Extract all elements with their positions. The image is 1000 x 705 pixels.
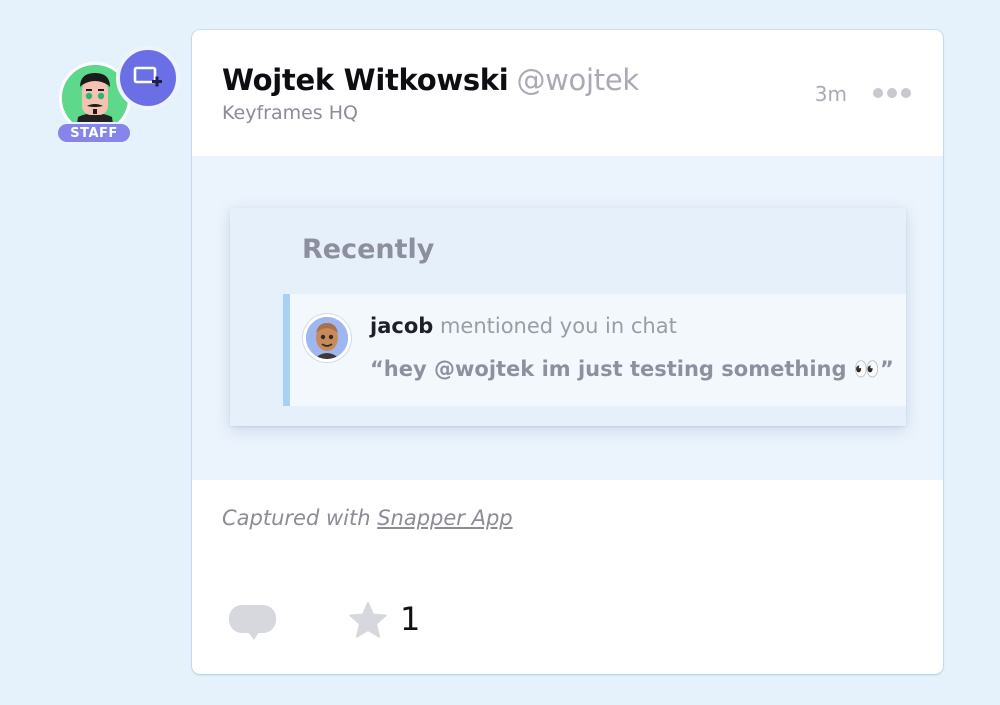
ellipsis-dot — [887, 88, 897, 98]
mention-quote: “hey @wojtek im just testing something 👀… — [370, 357, 894, 381]
ellipsis-dot — [873, 88, 883, 98]
snapper-app-link[interactable]: Snapper App — [377, 506, 512, 530]
mention-action: mentioned you in chat — [433, 314, 677, 338]
post-media[interactable]: Recently jacob mentioned you in chat “he… — [192, 156, 943, 480]
recently-heading: Recently — [302, 234, 435, 265]
feed-stage: STAFF Wojtek Witkowski @wojtek Keyframes … — [0, 0, 1000, 705]
post-card: Wojtek Witkowski @wojtek Keyframes HQ 3m … — [192, 30, 943, 674]
author-organization[interactable]: Keyframes HQ — [222, 102, 358, 124]
staff-badge: STAFF — [56, 122, 132, 144]
author-name-line: Wojtek Witkowski @wojtek — [222, 63, 639, 97]
post-actions: 1 — [228, 598, 528, 642]
comment-bubble-shape — [229, 605, 276, 640]
screen-capture-plus-icon — [133, 66, 162, 87]
comment-bubble-icon[interactable] — [228, 604, 278, 642]
notification-text: jacob mentioned you in chat — [370, 314, 677, 338]
ellipsis-dot — [901, 88, 911, 98]
post-header: Wojtek Witkowski @wojtek Keyframes HQ 3m — [192, 30, 943, 156]
author-handle[interactable]: @wojtek — [516, 63, 639, 97]
mention-user: jacob — [370, 314, 434, 338]
caption-prefix: Captured with — [222, 506, 378, 530]
ellipsis-icon[interactable] — [873, 86, 911, 100]
star-icon[interactable] — [348, 600, 388, 640]
post-caption: Captured with Snapper App — [222, 506, 513, 530]
star-count: 1 — [400, 600, 421, 638]
star-shape — [349, 602, 387, 638]
author-name[interactable]: Wojtek Witkowski — [222, 63, 509, 97]
snapper-app-button[interactable] — [116, 46, 180, 110]
post-timestamp: 3m — [814, 82, 847, 106]
captured-screenshot: Recently jacob mentioned you in chat “he… — [230, 208, 906, 426]
mention-notification: jacob mentioned you in chat “hey @wojtek… — [283, 294, 906, 406]
jacob-face-icon — [306, 317, 348, 359]
jacob-avatar — [303, 314, 351, 362]
author-avatar-group: STAFF — [56, 46, 186, 150]
